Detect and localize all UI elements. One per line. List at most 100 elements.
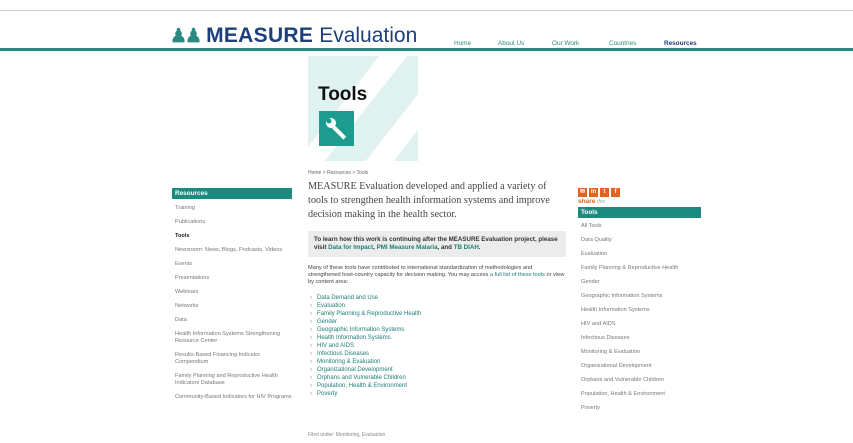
tools-item[interactable]: Poverty: [581, 405, 701, 412]
tools-item[interactable]: HIV and AIDS: [581, 321, 701, 328]
chevron-right-icon: ›: [310, 319, 312, 325]
main-content: MEASURE Evaluation developed and applied…: [308, 180, 566, 399]
tools-item[interactable]: Geographic Information Systems: [581, 293, 701, 300]
logo-secondary: Evaluation: [319, 24, 418, 47]
content-area-label[interactable]: Data Demand and Use: [317, 295, 378, 301]
tools-item[interactable]: Health Information Systems: [581, 307, 701, 314]
tools-item[interactable]: Family Planning & Reproductive Health: [581, 265, 701, 272]
share-label: share this: [578, 198, 701, 205]
linkedin-icon[interactable]: in: [589, 188, 598, 197]
sidebar-item-publications[interactable]: Publications: [175, 219, 292, 226]
lead-paragraph: MEASURE Evaluation developed and applied…: [308, 181, 550, 220]
link-full-tools-list[interactable]: a full list of these tools: [490, 272, 545, 278]
breadcrumb[interactable]: Home > Resources > Tools: [308, 170, 368, 176]
content-area-list: › Data Demand and Use › Evaluation › Family…: [308, 295, 566, 399]
chevron-right-icon: ›: [310, 311, 312, 317]
chevron-right-icon: ›: [310, 359, 312, 365]
tools-item[interactable]: Population, Health & Environment: [581, 391, 701, 398]
content-area-label[interactable]: Infectious Diseases: [317, 351, 369, 357]
content-area-item[interactable]: › Data Demand and Use: [308, 295, 566, 303]
nav-about-us[interactable]: About Us: [498, 40, 524, 47]
tools-item[interactable]: All Tools: [581, 223, 701, 230]
sidebar-item-his-resource-center[interactable]: Health Information Systems Strengthening…: [175, 331, 292, 345]
sidebar-item-fp-indicators[interactable]: Family Planning and Reproductive Health …: [175, 373, 292, 387]
content-area-item[interactable]: › Poverty: [308, 391, 566, 399]
content-area-item[interactable]: › Evaluation: [308, 303, 566, 311]
twitter-icon[interactable]: t: [600, 188, 609, 197]
link-tb-diah[interactable]: TB DIAH: [454, 244, 479, 251]
chevron-right-icon: ›: [310, 383, 312, 389]
chevron-right-icon: ›: [310, 295, 312, 301]
nav-resources[interactable]: Resources: [664, 40, 697, 47]
tools-item[interactable]: Gender: [581, 279, 701, 286]
content-area-label[interactable]: Poverty: [317, 391, 337, 397]
nav-our-work[interactable]: Our Work: [552, 40, 579, 47]
content-area-label[interactable]: Organizational Development: [317, 367, 393, 373]
chevron-right-icon: ›: [310, 391, 312, 397]
content-area-label[interactable]: Gender: [317, 319, 337, 325]
content-area-label[interactable]: HIV and AIDS: [317, 343, 354, 349]
content-area-label[interactable]: Monitoring & Evaluation: [317, 359, 380, 365]
chevron-right-icon: ›: [310, 335, 312, 341]
hero-title: Tools: [318, 84, 368, 105]
sidebar-item-training[interactable]: Training: [175, 205, 292, 212]
content-area-item[interactable]: › Health Information Systems: [308, 335, 566, 343]
tools-item[interactable]: Monitoring & Evaluation: [581, 349, 701, 356]
sidebar-item-rbf-compendium[interactable]: Results-Based Financing Indicator Compen…: [175, 352, 292, 366]
tools-item[interactable]: Infectious Diseases: [581, 335, 701, 342]
sidebar-item-networks[interactable]: Networks: [175, 303, 292, 310]
sidebar-item-data[interactable]: Data: [175, 317, 292, 324]
content-area-item[interactable]: › Gender: [308, 319, 566, 327]
share-word: share: [578, 198, 596, 205]
wrench-icon: [319, 111, 354, 146]
sidebar-item-webinars[interactable]: Webinars: [175, 289, 292, 296]
content-area-item[interactable]: › Organizational Development: [308, 367, 566, 375]
tools-item[interactable]: Evaluation: [581, 251, 701, 258]
chevron-right-icon: ›: [310, 367, 312, 373]
callout-separator: , and: [437, 244, 452, 251]
sidebar-item-events[interactable]: Events: [175, 261, 292, 268]
content-area-item[interactable]: › Monitoring & Evaluation: [308, 359, 566, 367]
chevron-right-icon: ›: [310, 343, 312, 349]
sidebar-item-tools[interactable]: Tools: [175, 233, 292, 240]
tools-item[interactable]: Organizational Development: [581, 363, 701, 370]
sidebar-heading: Resources: [172, 188, 292, 199]
content-area-label[interactable]: Family Planning & Reproductive Health: [317, 311, 421, 317]
link-data-for-impact[interactable]: Data for Impact: [328, 244, 373, 251]
header-bar: [0, 48, 853, 51]
nav-home[interactable]: Home: [454, 40, 471, 47]
content-area-label[interactable]: Population, Health & Environment: [317, 383, 407, 389]
content-area-item[interactable]: › Population, Health & Environment: [308, 383, 566, 391]
sidebar-item-hiv-indicators[interactable]: Community-Based Indicators for HIV Progr…: [175, 394, 292, 401]
sidebar-item-presentations[interactable]: Presentations: [175, 275, 292, 282]
share-icons: ✉ in t f: [578, 188, 701, 197]
content-area-item[interactable]: › Geographic Information Systems: [308, 327, 566, 335]
callout-box: To learn how this work is continuing aft…: [308, 231, 566, 257]
site-logo[interactable]: ♟♟ MEASURE Evaluation: [170, 24, 417, 48]
content-area-item[interactable]: › Orphans and Vulnerable Children: [308, 375, 566, 383]
content-area-label[interactable]: Geographic Information Systems: [317, 327, 404, 333]
tools-item[interactable]: Orphans and Vulnerable Children: [581, 377, 701, 384]
sidebar-item-newsroom[interactable]: Newsroom: News, Blogs, Podcasts, Videos: [175, 247, 292, 254]
content-area-item[interactable]: › Infectious Diseases: [308, 351, 566, 359]
chevron-right-icon: ›: [310, 375, 312, 381]
nav-countries[interactable]: Countries: [609, 40, 636, 47]
filed-under: Filed under: Monitoring, Evaluation: [308, 432, 386, 438]
content-area-label[interactable]: Health Information Systems: [317, 335, 391, 341]
chevron-right-icon: ›: [310, 303, 312, 309]
link-pmi-measure-malaria[interactable]: PMI Measure Malaria: [377, 244, 438, 251]
callout-end: .: [478, 244, 481, 251]
tools-item[interactable]: Data Quality: [581, 237, 701, 244]
content-area-label[interactable]: Orphans and Vulnerable Children: [317, 375, 406, 381]
facebook-icon[interactable]: f: [611, 188, 620, 197]
callout-separator: ,: [373, 244, 375, 251]
email-icon[interactable]: ✉: [578, 188, 587, 197]
top-divider: [0, 10, 853, 11]
content-area-item[interactable]: › HIV and AIDS: [308, 343, 566, 351]
content-area-label[interactable]: Evaluation: [317, 303, 345, 309]
content-area-item[interactable]: › Family Planning & Reproductive Health: [308, 311, 566, 319]
people-logo-icon: ♟♟: [170, 25, 202, 47]
tools-heading: Tools: [578, 207, 701, 218]
chevron-right-icon: ›: [310, 327, 312, 333]
chevron-right-icon: ›: [310, 351, 312, 357]
